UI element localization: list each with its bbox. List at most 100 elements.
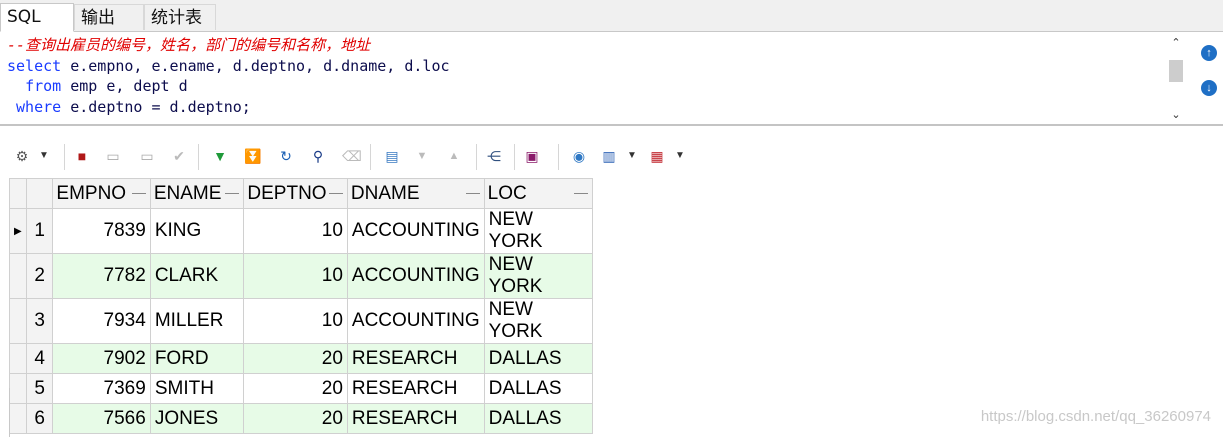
chart-icon[interactable]: ▥ bbox=[600, 147, 618, 165]
editor-scrollbar[interactable]: ⌃ ⌄ bbox=[1167, 34, 1185, 122]
scroll-down-arrow-icon[interactable]: ⌄ bbox=[1170, 110, 1182, 121]
cell-loc[interactable]: DALLAS bbox=[483, 343, 594, 374]
connect-icon[interactable]: ◉ bbox=[570, 147, 588, 165]
grid-left-border bbox=[9, 388, 10, 437]
fetch-last-icon[interactable]: ⏬ bbox=[244, 147, 261, 165]
table-row[interactable]: 2 7782 CLARK 10 ACCOUNTING NEW YORK bbox=[9, 253, 594, 299]
table-row[interactable]: 5 7369 SMITH 20 RESEARCH DALLAS bbox=[9, 373, 594, 404]
cell-ename[interactable]: SMITH bbox=[149, 373, 245, 404]
save-icon[interactable]: ▣ bbox=[524, 147, 540, 165]
cell-deptno[interactable]: 10 bbox=[243, 208, 348, 254]
cell-empno[interactable]: 7902 bbox=[52, 343, 151, 374]
cell-empno[interactable]: 7934 bbox=[52, 298, 151, 344]
tab-output[interactable]: 输出 bbox=[74, 4, 144, 30]
clear-icon[interactable]: ⌫ bbox=[342, 147, 362, 165]
table-row[interactable]: 3 7934 MILLER 10 ACCOUNTING NEW YORK bbox=[9, 298, 594, 344]
chevron-down-icon[interactable]: ▼ bbox=[38, 147, 50, 165]
scroll-up-arrow-icon[interactable]: ⌃ bbox=[1170, 38, 1182, 49]
export-tree-icon[interactable]: ⋲ bbox=[486, 147, 502, 165]
tab-statistics[interactable]: 统计表 bbox=[144, 4, 216, 30]
arrow-down-icon: ↓ bbox=[1206, 82, 1212, 94]
query-by-example-icon[interactable]: ▤ bbox=[384, 147, 400, 165]
row-number-header bbox=[25, 178, 54, 209]
cell-dname[interactable]: ACCOUNTING bbox=[346, 253, 485, 299]
column-header-empno[interactable]: EMPNO bbox=[52, 178, 151, 209]
next-statement-button[interactable]: ↓ bbox=[1201, 80, 1217, 96]
cell-loc[interactable]: NEW YORK bbox=[483, 298, 594, 344]
cell-dname[interactable]: RESEARCH bbox=[346, 343, 485, 374]
table-row[interactable]: ▶ 1 7839 KING 10 ACCOUNTING NEW YORK bbox=[9, 208, 594, 254]
keyword-from: from bbox=[25, 77, 62, 95]
from-clause: emp e, dept d bbox=[61, 77, 188, 95]
tab-label: SQL bbox=[7, 7, 41, 27]
cell-dname[interactable]: RESEARCH bbox=[346, 403, 485, 434]
tab-label: 输出 bbox=[81, 8, 115, 28]
new-record-icon[interactable]: ▭ bbox=[104, 147, 122, 165]
fetch-next-icon[interactable]: ▼ bbox=[212, 147, 228, 165]
sort-down-icon[interactable]: ▼ bbox=[414, 147, 430, 165]
previous-statement-button[interactable]: ↑ bbox=[1201, 45, 1217, 61]
sql-editor[interactable]: --查询出雇员的编号，姓名，部门的编号和名称，地址 select e.empno… bbox=[0, 32, 1223, 126]
settings-icon[interactable]: ⚙ bbox=[14, 147, 30, 165]
cell-dname[interactable]: RESEARCH bbox=[346, 373, 485, 404]
scroll-thumb[interactable] bbox=[1169, 60, 1183, 82]
watermark-text: https://blog.csdn.net/qq_36260974 bbox=[980, 408, 1211, 425]
row-number[interactable]: 3 bbox=[25, 298, 54, 344]
cell-deptno[interactable]: 20 bbox=[243, 343, 348, 374]
cell-empno[interactable]: 7566 bbox=[52, 403, 151, 434]
cell-loc[interactable]: DALLAS bbox=[483, 373, 594, 404]
tab-label: 统计表 bbox=[151, 8, 202, 28]
refresh-icon[interactable]: ↻ bbox=[278, 147, 294, 165]
cell-empno[interactable]: 7782 bbox=[52, 253, 151, 299]
find-icon[interactable]: ⚲ bbox=[310, 147, 326, 165]
result-grid: EMPNO ENAME DEPTNO DNAME LOC ▶ 1 7839 KI… bbox=[9, 178, 594, 434]
arrow-up-icon: ↑ bbox=[1206, 47, 1212, 59]
sql-code[interactable]: --查询出雇员的编号，姓名，部门的编号和名称，地址 select e.empno… bbox=[7, 35, 450, 117]
column-header-ename[interactable]: ENAME bbox=[149, 178, 245, 209]
cell-deptno[interactable]: 10 bbox=[243, 298, 348, 344]
column-header-dname[interactable]: DNAME bbox=[346, 178, 485, 209]
current-row-indicator-icon: ▶ bbox=[9, 208, 27, 254]
cell-ename[interactable]: FORD bbox=[149, 343, 245, 374]
cell-ename[interactable]: MILLER bbox=[149, 298, 245, 344]
cell-empno[interactable]: 7369 bbox=[52, 373, 151, 404]
cell-loc[interactable]: DALLAS bbox=[483, 403, 594, 434]
chevron-down-icon[interactable]: ▼ bbox=[674, 147, 686, 165]
tab-bar: SQL 输出 统计表 bbox=[0, 0, 1223, 32]
row-number[interactable]: 2 bbox=[25, 253, 54, 299]
table-row[interactable]: 6 7566 JONES 20 RESEARCH DALLAS bbox=[9, 403, 594, 434]
cell-deptno[interactable]: 20 bbox=[243, 403, 348, 434]
cell-dname[interactable]: ACCOUNTING bbox=[346, 298, 485, 344]
cell-deptno[interactable]: 10 bbox=[243, 253, 348, 299]
grid-view-icon[interactable]: ▦ bbox=[648, 147, 666, 165]
delete-record-icon[interactable]: ▭ bbox=[138, 147, 156, 165]
row-number[interactable]: 6 bbox=[25, 403, 54, 434]
cell-dname[interactable]: ACCOUNTING bbox=[346, 208, 485, 254]
sql-comment: --查询出雇员的编号，姓名，部门的编号和名称，地址 bbox=[7, 36, 371, 54]
row-number[interactable]: 1 bbox=[25, 208, 54, 254]
cell-ename[interactable]: KING bbox=[149, 208, 245, 254]
cell-loc[interactable]: NEW YORK bbox=[483, 253, 594, 299]
cell-ename[interactable]: CLARK bbox=[149, 253, 245, 299]
tab-sql[interactable]: SQL bbox=[0, 3, 74, 32]
sort-up-icon[interactable]: ▲ bbox=[446, 147, 462, 165]
cell-loc[interactable]: NEW YORK bbox=[483, 208, 594, 254]
column-header-deptno[interactable]: DEPTNO bbox=[243, 178, 348, 209]
grid-header-row: EMPNO ENAME DEPTNO DNAME LOC bbox=[9, 178, 594, 209]
keyword-where: where bbox=[16, 97, 62, 116]
cell-empno[interactable]: 7839 bbox=[52, 208, 151, 254]
indicator-header bbox=[9, 178, 27, 209]
chevron-down-icon[interactable]: ▼ bbox=[626, 147, 638, 165]
lock-icon[interactable]: ■ bbox=[74, 147, 90, 165]
row-number[interactable]: 5 bbox=[25, 373, 54, 404]
where-clause: e.deptno = d.deptno; bbox=[61, 97, 251, 116]
table-row[interactable]: 4 7902 FORD 20 RESEARCH DALLAS bbox=[9, 343, 594, 374]
select-list: e.empno, e.ename, d.deptno, d.dname, d.l… bbox=[61, 56, 450, 75]
column-header-loc[interactable]: LOC bbox=[483, 178, 594, 209]
cell-deptno[interactable]: 20 bbox=[243, 373, 348, 404]
cell-ename[interactable]: JONES bbox=[149, 403, 245, 434]
keyword-select: select bbox=[7, 56, 62, 75]
row-number[interactable]: 4 bbox=[25, 343, 54, 374]
result-toolbar: ⚙ ▼ ■ ▭ ▭ ✔ ▼ ⏬ ↻ ⚲ ⌫ ▤ ▼ ▲ ⋲ ▣ ◉ ▥ ▼ ▦ … bbox=[0, 138, 1223, 174]
post-check-icon[interactable]: ✔ bbox=[170, 147, 188, 165]
